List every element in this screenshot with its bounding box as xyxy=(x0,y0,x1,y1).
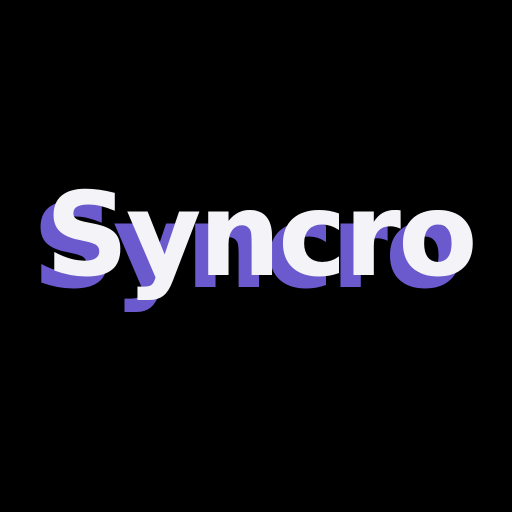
syncro-wordmark-logo: Syncro Syncro xyxy=(0,0,512,512)
app-logo-canvas: Syncro Syncro xyxy=(0,0,512,512)
wordmark-text: Syncro xyxy=(45,168,477,303)
